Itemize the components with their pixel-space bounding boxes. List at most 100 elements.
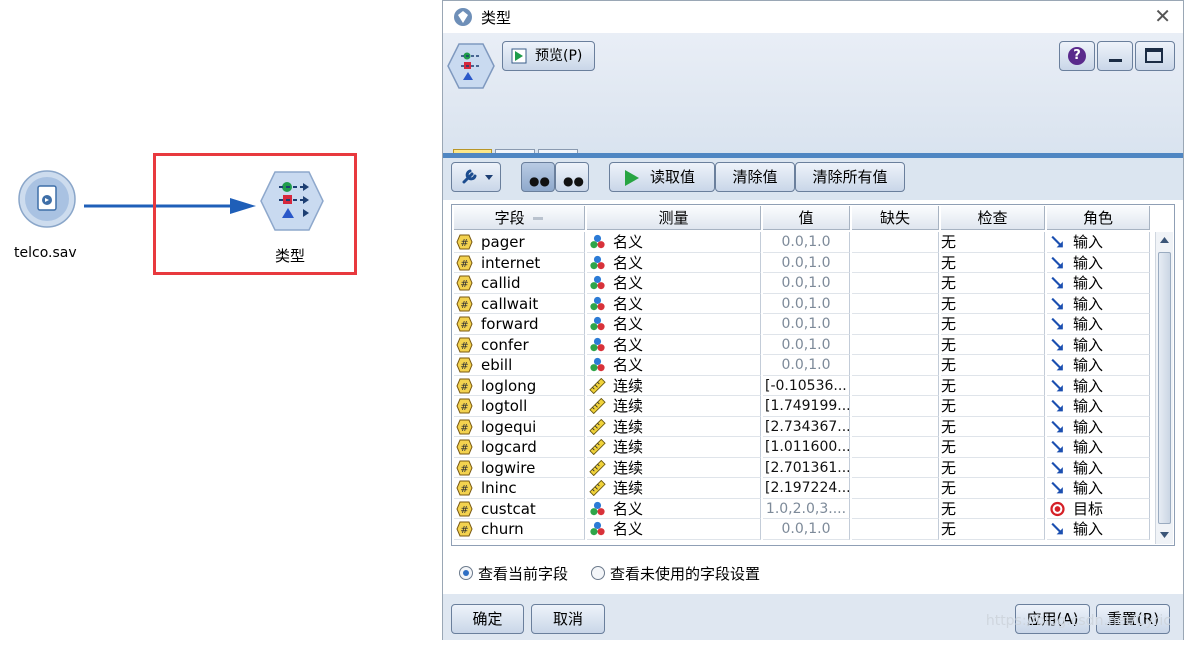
cell-measure[interactable]: 名义 <box>587 273 761 294</box>
cell-check[interactable]: 无 <box>941 355 1045 376</box>
cell-role[interactable]: 输入 <box>1047 396 1150 417</box>
cell-missing[interactable] <box>852 273 939 294</box>
scroll-down-icon[interactable] <box>1159 531 1170 539</box>
cell-check[interactable]: 无 <box>941 416 1045 437</box>
source-node-telco[interactable] <box>18 170 76 228</box>
cell-measure[interactable]: 名义 <box>587 355 761 376</box>
close-button[interactable]: ✕ <box>1154 4 1171 28</box>
cell-measure[interactable]: 名义 <box>587 314 761 335</box>
cell-check[interactable]: 无 <box>941 293 1045 314</box>
col-header-missing[interactable]: 缺失 <box>852 206 939 230</box>
cell-check[interactable]: 无 <box>941 232 1045 253</box>
table-row[interactable]: # internet 名义 0.0,1.0 无 输入 <box>454 252 1150 273</box>
cell-measure[interactable]: 连续 <box>587 416 761 437</box>
cell-measure[interactable]: 连续 <box>587 375 761 396</box>
table-row[interactable]: # logwire 连续 [2.701361... 无 输入 <box>454 457 1150 478</box>
cell-role[interactable]: 输入 <box>1047 519 1150 540</box>
table-vertical-scrollbar[interactable] <box>1155 232 1173 544</box>
cell-measure[interactable]: 连续 <box>587 478 761 499</box>
cell-measure[interactable]: 连续 <box>587 437 761 458</box>
cell-role[interactable]: 输入 <box>1047 478 1150 499</box>
cell-missing[interactable] <box>852 519 939 540</box>
table-row[interactable]: # callwait 名义 0.0,1.0 无 输入 <box>454 293 1150 314</box>
cell-role[interactable]: 输入 <box>1047 232 1150 253</box>
maximize-button[interactable] <box>1135 41 1175 71</box>
cell-role[interactable]: 输入 <box>1047 334 1150 355</box>
help-button[interactable]: ? <box>1059 41 1095 71</box>
table-row[interactable]: # ebill 名义 0.0,1.0 无 输入 <box>454 355 1150 376</box>
cell-missing[interactable] <box>852 437 939 458</box>
table-row[interactable]: # forward 名义 0.0,1.0 无 输入 <box>454 314 1150 335</box>
col-header-role[interactable]: 角色 <box>1047 206 1150 230</box>
cell-measure[interactable]: 名义 <box>587 252 761 273</box>
table-row[interactable]: # logcard 连续 [1.011600... 无 输入 <box>454 437 1150 458</box>
cell-check[interactable]: 无 <box>941 273 1045 294</box>
cell-measure[interactable]: 名义 <box>587 519 761 540</box>
preview-button[interactable]: 预览(P) <box>502 41 595 71</box>
cell-check[interactable]: 无 <box>941 314 1045 335</box>
clear-all-values-button[interactable]: 清除所有值 <box>795 162 905 192</box>
cell-role[interactable]: 输入 <box>1047 437 1150 458</box>
tools-dropdown-button[interactable] <box>451 162 501 192</box>
cell-missing[interactable] <box>852 232 939 253</box>
radio-view-current-fields[interactable]: 查看当前字段 <box>459 563 568 584</box>
table-row[interactable]: # loglong 连续 [-0.10536... 无 输入 <box>454 375 1150 396</box>
cell-missing[interactable] <box>852 375 939 396</box>
cell-missing[interactable] <box>852 478 939 499</box>
type-node[interactable] <box>259 170 325 232</box>
table-row[interactable]: # logequi 连续 [2.734367... 无 输入 <box>454 416 1150 437</box>
cell-measure[interactable]: 名义 <box>587 334 761 355</box>
cell-missing[interactable] <box>852 396 939 417</box>
cell-measure[interactable]: 名义 <box>587 232 761 253</box>
cell-check[interactable]: 无 <box>941 375 1045 396</box>
cell-missing[interactable] <box>852 252 939 273</box>
cell-missing[interactable] <box>852 457 939 478</box>
cell-missing[interactable] <box>852 293 939 314</box>
cell-missing[interactable] <box>852 314 939 335</box>
cell-check[interactable]: 无 <box>941 478 1045 499</box>
cell-role[interactable]: 输入 <box>1047 252 1150 273</box>
cell-check[interactable]: 无 <box>941 252 1045 273</box>
cell-role[interactable]: 输入 <box>1047 273 1150 294</box>
minimize-button[interactable] <box>1097 41 1133 71</box>
cancel-button[interactable]: 取消 <box>531 604 605 634</box>
col-header-check[interactable]: 检查 <box>941 206 1045 230</box>
col-header-measure[interactable]: 测量 <box>587 206 761 230</box>
table-row[interactable]: # logtoll 连续 [1.749199... 无 输入 <box>454 396 1150 417</box>
cell-role[interactable]: 输入 <box>1047 314 1150 335</box>
cell-measure[interactable]: 名义 <box>587 293 761 314</box>
cell-check[interactable]: 无 <box>941 457 1045 478</box>
col-header-field[interactable]: 字段 <box>454 206 585 230</box>
table-row[interactable]: # pager 名义 0.0,1.0 无 输入 <box>454 232 1150 253</box>
scrollbar-thumb[interactable] <box>1158 252 1171 524</box>
cell-check[interactable]: 无 <box>941 519 1045 540</box>
view-toggle-on-button[interactable]: ●● <box>521 162 555 192</box>
cell-role[interactable]: 输入 <box>1047 375 1150 396</box>
cell-missing[interactable] <box>852 355 939 376</box>
cell-role[interactable]: 输入 <box>1047 293 1150 314</box>
cell-measure[interactable]: 连续 <box>587 396 761 417</box>
cell-missing[interactable] <box>852 334 939 355</box>
table-row[interactable]: # churn 名义 0.0,1.0 无 输入 <box>454 519 1150 540</box>
cell-missing[interactable] <box>852 416 939 437</box>
cell-role[interactable]: 输入 <box>1047 457 1150 478</box>
clear-values-button[interactable]: 清除值 <box>715 162 795 192</box>
table-row[interactable]: # confer 名义 0.0,1.0 无 输入 <box>454 334 1150 355</box>
table-row[interactable]: # callid 名义 0.0,1.0 无 输入 <box>454 273 1150 294</box>
cell-measure[interactable]: 名义 <box>587 498 761 519</box>
cell-role[interactable]: 目标 <box>1047 498 1150 519</box>
view-toggle-off-button[interactable]: ●● <box>555 162 589 192</box>
radio-view-unused-settings[interactable]: 查看未使用的字段设置 <box>591 563 760 584</box>
cell-check[interactable]: 无 <box>941 334 1045 355</box>
cell-check[interactable]: 无 <box>941 437 1045 458</box>
cell-missing[interactable] <box>852 498 939 519</box>
col-header-values[interactable]: 值 <box>763 206 850 230</box>
cell-check[interactable]: 无 <box>941 396 1045 417</box>
cell-role[interactable]: 输入 <box>1047 416 1150 437</box>
read-values-button[interactable]: 读取值 <box>609 162 715 192</box>
cell-measure[interactable]: 连续 <box>587 457 761 478</box>
cell-role[interactable]: 输入 <box>1047 355 1150 376</box>
scroll-up-icon[interactable] <box>1159 236 1170 244</box>
table-row[interactable]: # custcat 名义 1.0,2.0,3.... 无 目标 <box>454 498 1150 519</box>
cell-check[interactable]: 无 <box>941 498 1045 519</box>
